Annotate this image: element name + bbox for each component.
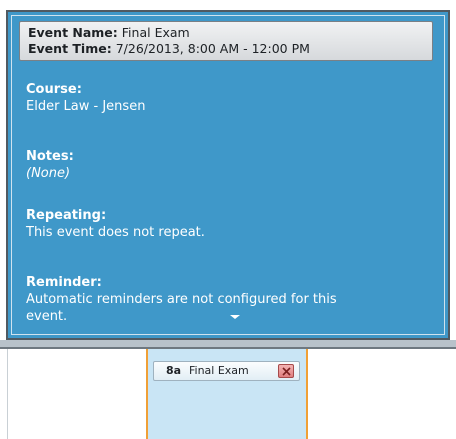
event-chip-time: 8a [166,364,182,377]
course-value: Elder Law - Jensen [26,99,146,114]
event-name-row: Event Name: Final Exam [28,25,432,41]
divider-band [0,340,456,347]
event-header: Event Name: Final Exam Event Time: 7/26/… [19,21,433,61]
event-chip-title: Final Exam [189,364,249,377]
calendar-view: Event Name: Final Exam Event Time: 7/26/… [0,0,456,439]
caret-down-icon [230,315,240,319]
repeating-value: This event does not repeat. [26,225,205,240]
course-section: Course: Elder Law - Jensen [26,81,145,115]
grid-left-edge [7,349,8,439]
event-time-label: Event Time: [28,41,112,56]
event-details-popup: Event Name: Final Exam Event Time: 7/26/… [6,10,450,340]
event-name-label: Event Name: [28,25,118,40]
reminder-line-1: Automatic reminders are not configured f… [26,292,337,307]
notes-section: Notes: (None) [26,148,74,182]
close-icon[interactable] [278,364,294,378]
reminder-line-2: event. [26,309,68,324]
event-name-value: Final Exam [121,25,190,40]
reminder-section: Reminder: Automatic reminders are not co… [26,274,337,325]
calendar-event-chip[interactable]: 8a Final Exam [153,361,300,381]
event-time-value: 7/26/2013, 8:00 AM - 12:00 PM [115,41,310,56]
event-time-row: Event Time: 7/26/2013, 8:00 AM - 12:00 P… [28,41,432,57]
notes-value: (None) [26,166,71,181]
top-strip [0,0,456,10]
reminder-label: Reminder: [26,275,102,290]
repeating-label: Repeating: [26,208,107,223]
course-label: Course: [26,82,82,97]
notes-label: Notes: [26,149,74,164]
repeating-section: Repeating: This event does not repeat. [26,207,205,241]
